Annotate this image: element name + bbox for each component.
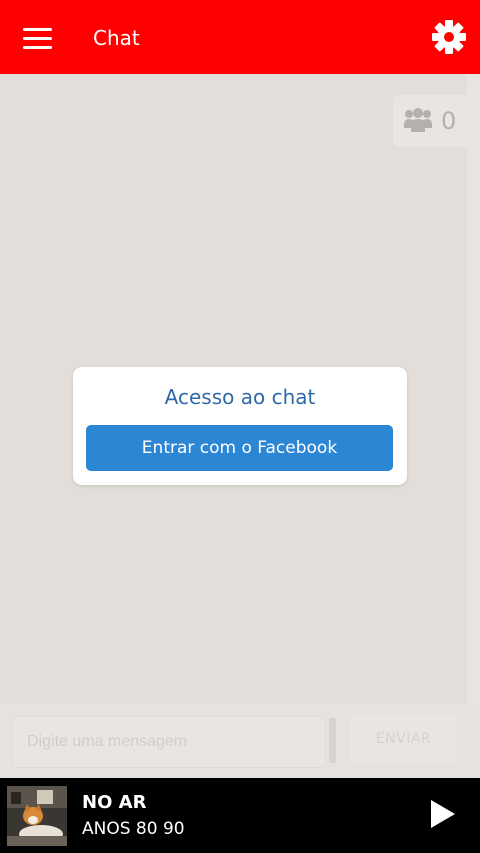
gear-icon[interactable]	[428, 16, 470, 58]
message-input[interactable]	[12, 716, 326, 768]
album-cover-image[interactable]	[7, 786, 67, 846]
program-title: ANOS 80 90	[82, 819, 185, 839]
app-bar: Chat	[0, 0, 480, 74]
page-title: Chat	[93, 26, 140, 50]
users-group-icon	[403, 107, 433, 133]
on-air-label: NO AR	[82, 792, 147, 813]
online-users-badge[interactable]	[393, 95, 469, 147]
online-user-count: 0	[441, 107, 457, 135]
scrollbar-track[interactable]	[467, 74, 480, 704]
facebook-login-button[interactable]: Entrar com o Facebook	[86, 425, 393, 471]
login-card-title: Acesso ao chat	[164, 385, 316, 409]
play-icon[interactable]	[425, 796, 459, 832]
input-resize-handle[interactable]	[329, 718, 336, 763]
send-button[interactable]: ENVIAR	[350, 714, 457, 765]
hamburger-menu-icon[interactable]	[14, 18, 60, 58]
chat-login-card: Acesso ao chat Entrar com o Facebook	[73, 367, 407, 485]
radio-player-bar	[0, 778, 480, 853]
